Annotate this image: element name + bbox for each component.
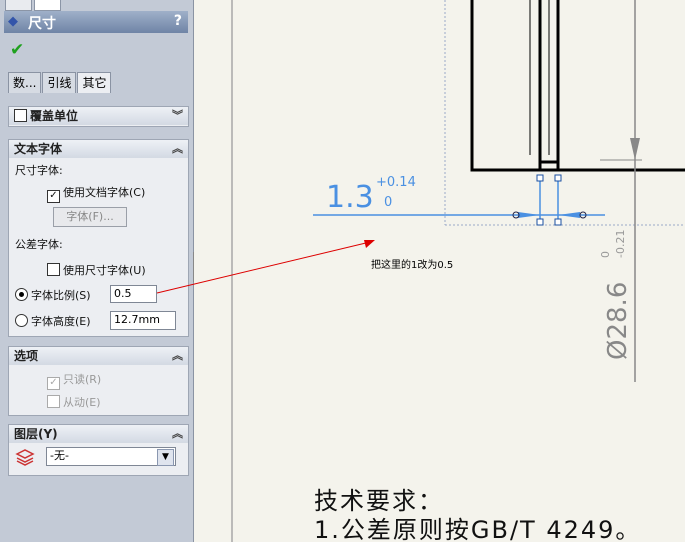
vertical-tolerance-upper: 0 <box>599 251 612 258</box>
tech-requirements-line1: 1.公差原则按GB/T 4249。 <box>314 516 642 544</box>
vertical-tolerance-lower: -0.21 <box>614 229 627 258</box>
dimension-value[interactable]: 1.3 <box>326 180 374 215</box>
tolerance-upper: +0.14 <box>376 175 416 190</box>
annotation-note: 把这里的1改为0.5 <box>371 260 454 271</box>
vertical-dimension-value[interactable]: Ø28.6 <box>603 282 633 360</box>
tolerance-lower: 0 <box>384 195 393 210</box>
drawing-geometry <box>156 0 685 542</box>
